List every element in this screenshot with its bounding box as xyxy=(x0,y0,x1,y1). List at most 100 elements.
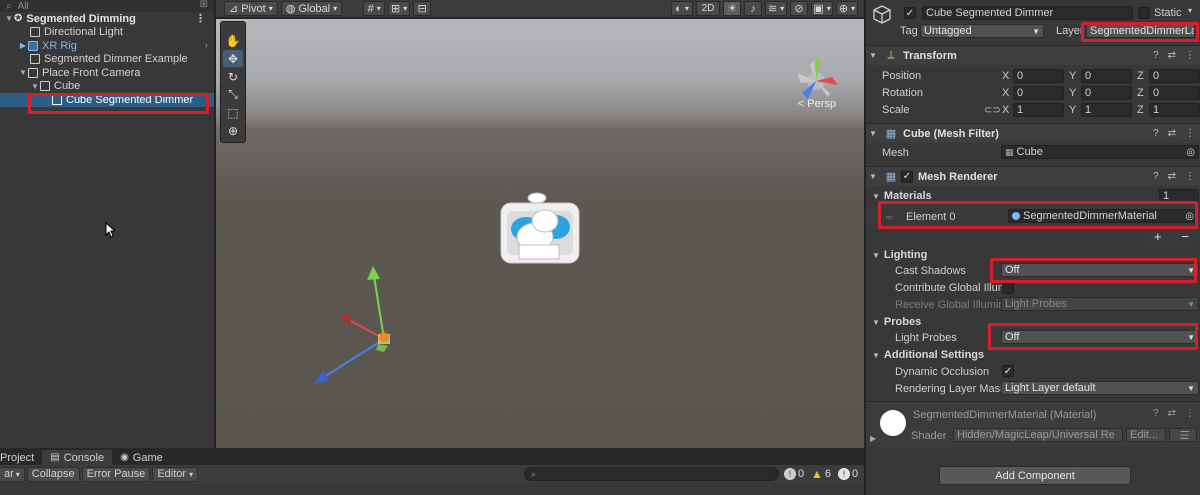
hierarchy-item-cube[interactable]: ▼ Cube xyxy=(0,80,214,94)
hierarchy-item-directional-light[interactable]: Directional Light xyxy=(0,26,214,40)
grid-snap-button[interactable]: # ▾ xyxy=(363,1,386,16)
rect-tool-icon[interactable]: ⬚ xyxy=(223,104,243,121)
audio-toggle[interactable]: ♪ xyxy=(744,1,762,16)
scale-y-field[interactable]: 1 xyxy=(1081,103,1132,117)
grid-toggle-button[interactable]: ⊟ xyxy=(413,1,432,16)
help-icon[interactable]: ? xyxy=(1153,171,1159,182)
add-element-button[interactable]: + xyxy=(1154,229,1162,244)
light-probes-dropdown[interactable]: Off ▼ xyxy=(1001,330,1199,344)
gizmos-button[interactable]: ⊕ ▾ xyxy=(836,1,858,16)
move-gizmo[interactable] xyxy=(306,264,396,394)
console-search-input[interactable]: ⌕ xyxy=(524,467,779,481)
fold-arrow-icon[interactable]: ▼ xyxy=(872,192,880,201)
add-icon[interactable]: ⊞ xyxy=(200,0,208,10)
fold-arrow-icon[interactable]: ▼ xyxy=(866,51,880,60)
static-checkbox[interactable] xyxy=(1138,7,1150,19)
fold-arrow-icon[interactable]: ▶ xyxy=(870,434,876,443)
mesh-filter-header[interactable]: ▼ ▦ Cube (Mesh Filter) ? ⇄ ⋮ xyxy=(866,123,1200,143)
info-count-toggle[interactable]: ! 0 xyxy=(784,468,804,480)
add-component-button[interactable]: Add Component xyxy=(939,466,1131,485)
fold-arrow-icon[interactable]: ▼ xyxy=(866,172,880,181)
rotation-x-field[interactable]: 0 xyxy=(1013,86,1064,100)
draw-mode-button[interactable]: ◐ ▾ xyxy=(671,1,693,16)
tag-dropdown[interactable]: Untagged ▼ xyxy=(920,24,1044,38)
cast-shadows-dropdown[interactable]: Off ▼ xyxy=(1001,263,1199,277)
error-count-toggle[interactable]: ! 0 xyxy=(838,468,858,480)
object-picker-icon[interactable]: ◎ xyxy=(1186,147,1195,158)
hierarchy-search[interactable]: ⌕ All ⊞ xyxy=(0,0,214,12)
camera-gizmo-icon[interactable] xyxy=(499,189,583,275)
mesh-object-field[interactable]: ▦ Cube ◎ xyxy=(1001,145,1199,159)
drag-handle-icon[interactable]: ═ xyxy=(886,212,892,222)
more-options-icon[interactable]: ⋮ xyxy=(1185,50,1195,61)
help-icon[interactable]: ? xyxy=(1153,408,1159,419)
shader-edit-button[interactable]: Edit... xyxy=(1126,428,1166,442)
collapse-button[interactable]: Collapse xyxy=(26,466,80,482)
lighting-toggle[interactable]: ☀ xyxy=(723,1,741,16)
rotation-z-field[interactable]: 0 xyxy=(1149,86,1200,100)
expand-arrow-icon[interactable]: ▼ xyxy=(18,68,28,77)
shader-options-button[interactable]: ☰ xyxy=(1169,428,1197,442)
global-toggle[interactable]: ◍ Global ▾ xyxy=(280,1,343,16)
presets-icon[interactable]: ⇄ xyxy=(1168,408,1176,419)
materials-count-field[interactable]: 1 xyxy=(1159,189,1199,203)
dynamic-occlusion-checkbox[interactable]: ✓ xyxy=(1002,365,1014,377)
fold-arrow-icon[interactable]: ▼ xyxy=(872,251,880,260)
expand-arrow-icon[interactable]: ▼ xyxy=(30,82,40,91)
material-object-field[interactable]: SegmentedDimmerMaterial ◎ xyxy=(1008,209,1198,223)
lighting-section[interactable]: ▼ Lighting xyxy=(872,249,927,261)
scale-x-field[interactable]: 1 xyxy=(1013,103,1064,117)
position-y-field[interactable]: 0 xyxy=(1081,69,1132,83)
hierarchy-scene-row[interactable]: ▼ ✪ Segmented Dimming ⋮ xyxy=(0,12,214,26)
help-icon[interactable]: ? xyxy=(1153,128,1159,139)
active-checkbox[interactable]: ✓ xyxy=(904,7,916,19)
snap-increment-button[interactable]: ⊞ ▾ xyxy=(388,1,411,16)
help-icon[interactable]: ? xyxy=(1153,50,1159,61)
2d-mode-button[interactable]: 2D xyxy=(696,1,720,16)
more-options-icon[interactable]: ⋮ xyxy=(1185,408,1195,419)
remove-element-button[interactable]: − xyxy=(1181,229,1189,244)
scale-z-field[interactable]: 1 xyxy=(1149,103,1200,117)
scene-viewport[interactable]: ✋ ✥ ↻ ⤡ ⬚ ⊕ < Persp xyxy=(216,19,864,448)
presets-icon[interactable]: ⇄ xyxy=(1168,128,1176,139)
object-name-field[interactable]: Cube Segmented Dimmer xyxy=(922,6,1133,20)
more-options-icon[interactable]: ⋮ xyxy=(195,12,206,25)
hand-tool-icon[interactable]: ✋ xyxy=(223,32,243,49)
rotation-y-field[interactable]: 0 xyxy=(1081,86,1132,100)
fold-arrow-icon[interactable]: ▼ xyxy=(872,318,880,327)
presets-icon[interactable]: ⇄ xyxy=(1168,50,1176,61)
hidden-objects-toggle[interactable]: ⊘ xyxy=(790,1,808,16)
more-options-icon[interactable]: ⋮ xyxy=(1185,128,1195,139)
error-pause-button[interactable]: Error Pause xyxy=(81,466,151,482)
object-picker-icon[interactable]: ◎ xyxy=(1185,211,1194,222)
expand-arrow-icon[interactable]: ▶ xyxy=(18,41,28,50)
camera-settings-button[interactable]: ▣ ▾ xyxy=(811,1,833,16)
console-log-area[interactable] xyxy=(0,483,864,495)
fold-arrow-icon[interactable]: ▼ xyxy=(866,129,880,138)
scale-tool-icon[interactable]: ⤡ xyxy=(223,86,243,103)
materials-section[interactable]: ▼ Materials xyxy=(872,190,932,202)
chevron-right-icon[interactable]: › xyxy=(205,40,208,51)
shader-dropdown[interactable]: Hidden/MagicLeap/Universal Re xyxy=(953,428,1123,442)
link-icon[interactable]: ⊂⊃ xyxy=(984,105,1001,116)
mesh-renderer-header[interactable]: ▼ ▦ ✓ Mesh Renderer ? ⇄ ⋮ xyxy=(866,166,1200,186)
transform-header[interactable]: ▼ ⟂ Transform ? ⇄ ⋮ xyxy=(866,45,1200,65)
tab-game[interactable]: ◉ Game xyxy=(112,450,171,465)
pivot-toggle[interactable]: ⊿ Pivot ▾ xyxy=(224,1,278,16)
hierarchy-item-xr-rig[interactable]: ▶ XR Rig › xyxy=(0,39,214,53)
layer-dropdown[interactable]: SegmentedDimmerLa xyxy=(1086,24,1195,38)
tab-project[interactable]: Project xyxy=(0,450,42,465)
contribute-gi-checkbox[interactable] xyxy=(1002,282,1014,294)
move-tool-icon[interactable]: ✥ xyxy=(223,50,243,67)
rotate-tool-icon[interactable]: ↻ xyxy=(223,68,243,85)
hierarchy-item-place-front-camera[interactable]: ▼ Place Front Camera xyxy=(0,66,214,80)
position-x-field[interactable]: 0 xyxy=(1013,69,1064,83)
static-dropdown-caret-icon[interactable]: ▾ xyxy=(1188,6,1192,15)
tab-console[interactable]: ▤ Console xyxy=(42,450,113,465)
hierarchy-item-segmented-dimmer-example[interactable]: Segmented Dimmer Example xyxy=(0,53,214,67)
rendering-layer-dropdown[interactable]: Light Layer default ▼ xyxy=(1001,381,1199,395)
fold-arrow-icon[interactable]: ▼ xyxy=(872,351,880,360)
probes-section[interactable]: ▼ Probes xyxy=(872,316,921,328)
position-z-field[interactable]: 0 xyxy=(1149,69,1200,83)
editor-dropdown[interactable]: Editor ▾ xyxy=(152,466,199,482)
